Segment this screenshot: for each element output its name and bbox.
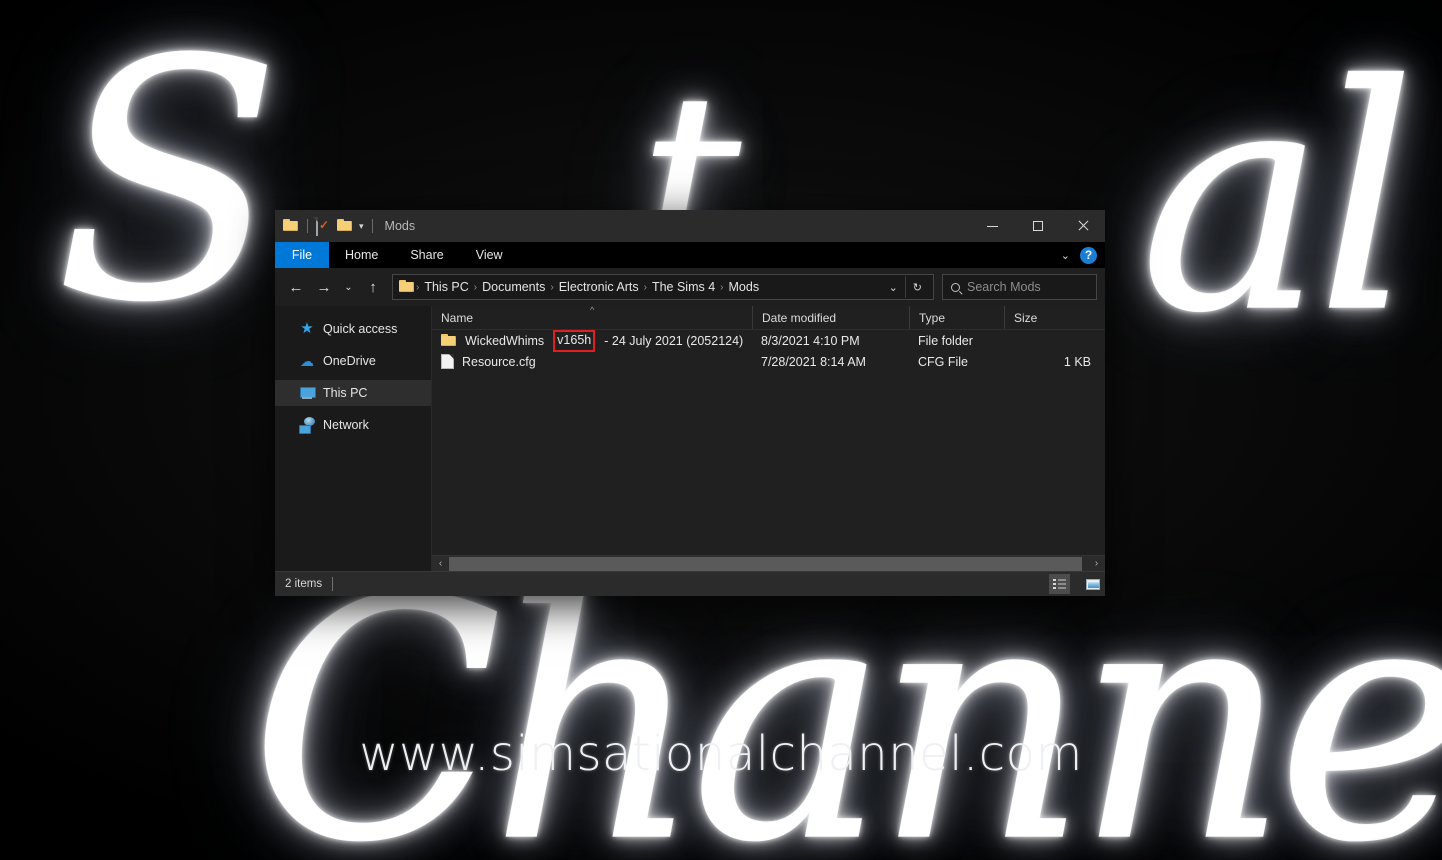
sidebar-item-network[interactable]: Network [275, 412, 431, 438]
type-cell: CFG File [918, 354, 968, 369]
help-icon[interactable]: ? [1080, 246, 1097, 264]
chevron-down-icon-ribbon[interactable]: ⌄ [1061, 249, 1070, 262]
large-icons-view-icon [1085, 578, 1100, 590]
scroll-left-arrow[interactable]: ‹ [432, 555, 449, 572]
column-header-size[interactable]: Size [1004, 306, 1105, 329]
file-name-suffix: - 24 July 2021 (2052124) [604, 333, 744, 348]
minimize-button[interactable] [970, 210, 1015, 242]
column-header-type[interactable]: Type [909, 306, 1004, 329]
sort-ascending-icon: ^ [590, 305, 595, 315]
column-header-row: Name Date modified Type Size ^ [432, 306, 1105, 330]
breadcrumb-documents[interactable]: Documents [478, 280, 549, 294]
status-bar: 2 items [275, 571, 1105, 596]
type-cell: File folder [918, 333, 973, 348]
search-icon [949, 280, 962, 294]
neon-letter-s: S [54, 0, 282, 375]
website-url-text: www.simsationalchannel.com [359, 726, 1083, 782]
address-bar[interactable]: › This PC › Documents › Electronic Arts … [392, 274, 934, 300]
tab-view[interactable]: View [460, 242, 519, 268]
ribbon-spacer [519, 242, 1061, 268]
network-icon [299, 417, 315, 434]
details-view-button[interactable] [1049, 574, 1070, 594]
table-row[interactable]: Resource.cfg 7/28/2021 8:14 AM CFG File … [432, 351, 1105, 372]
recent-locations-button[interactable]: ⌄ [339, 274, 358, 300]
monitor-icon [299, 385, 316, 401]
size-cell: 1 KB [1063, 354, 1091, 369]
quick-access-toolbar: ▾ [275, 217, 376, 236]
tab-share[interactable]: Share [394, 242, 459, 268]
title-bar: ▾ Mods [275, 210, 1105, 242]
large-icons-view-button[interactable] [1082, 574, 1103, 594]
status-divider [332, 577, 334, 591]
sidebar-item-label: OneDrive [323, 354, 376, 368]
tab-home[interactable]: Home [329, 242, 394, 268]
minimize-icon [987, 225, 998, 227]
file-name-prefix: WickedWhims [465, 333, 545, 348]
file-name-text: Resource.cfg [462, 354, 536, 369]
search-input[interactable]: Search Mods [967, 280, 1041, 294]
forward-button[interactable]: → [311, 274, 337, 300]
sidebar-item-this-pc[interactable]: This PC [275, 380, 431, 406]
maximize-icon [1032, 221, 1043, 231]
close-icon [1077, 220, 1089, 232]
scrollbar-track[interactable] [449, 555, 1088, 572]
refresh-icon[interactable]: ↻ [906, 281, 929, 294]
sidebar-item-onedrive[interactable]: ☁ OneDrive [275, 348, 431, 374]
star-icon: ★ [300, 320, 314, 337]
properties-icon[interactable] [316, 217, 332, 236]
sidebar-item-quick-access[interactable]: ★ Quick access [275, 316, 431, 342]
details-view-icon [1053, 578, 1066, 590]
file-icon [441, 354, 454, 369]
file-name-cell: Resource.cfg [432, 354, 752, 369]
ribbon-tab-bar: File Home Share View ⌄ ? [275, 242, 1105, 268]
folder-icon[interactable] [283, 218, 299, 234]
close-button[interactable] [1060, 210, 1105, 242]
search-box[interactable]: Search Mods [942, 274, 1097, 300]
sidebar-item-label: This PC [323, 386, 368, 400]
chevron-down-icon-address[interactable]: ⌄ [882, 281, 905, 294]
back-button[interactable]: ← [283, 274, 309, 300]
item-count-label: 2 items [285, 578, 323, 590]
sidebar-item-label: Network [323, 418, 369, 432]
content-pane: Name Date modified Type Size ^ WickedWhi… [432, 306, 1105, 572]
maximize-button[interactable] [1015, 210, 1060, 242]
date-modified-cell: 8/3/2021 4:10 PM [761, 333, 860, 348]
window-title: Mods [384, 219, 416, 233]
horizontal-scrollbar[interactable]: ‹ › [432, 555, 1105, 572]
scrollbar-thumb[interactable] [449, 556, 1082, 571]
scroll-right-arrow[interactable]: › [1088, 555, 1105, 572]
breadcrumb-mods[interactable]: Mods [725, 280, 764, 294]
toolbar-divider [307, 219, 308, 233]
neon-letters-al: al [1139, 19, 1416, 382]
breadcrumb-electronic-arts[interactable]: Electronic Arts [555, 280, 643, 294]
toolbar-divider-2 [371, 219, 373, 233]
date-modified-cell: 7/28/2021 8:14 AM [761, 354, 866, 369]
sidebar-item-label: Quick access [323, 322, 398, 336]
navigation-pane: ★ Quick access ☁ OneDrive This PC Networ… [275, 306, 432, 571]
breadcrumb-the-sims-4[interactable]: The Sims 4 [648, 280, 719, 294]
file-name-cell: WickedWhims v165h - 24 July 2021 (205212… [432, 330, 752, 352]
version-highlight-box: v165h [553, 330, 596, 352]
cloud-icon: ☁ [300, 353, 314, 369]
address-folder-icon [399, 279, 415, 295]
folder-icon [441, 333, 457, 349]
address-toolbar: ← → ⌄ ↑ › This PC › Documents › Electron… [275, 268, 1105, 306]
tab-file[interactable]: File [275, 242, 329, 268]
file-explorer-window: ▾ Mods File Home Share View ⌄ ? ← → ⌄ ↑ … [275, 210, 1105, 596]
breadcrumb-this-pc[interactable]: This PC [420, 280, 472, 294]
file-list: WickedWhims v165h - 24 July 2021 (205212… [432, 330, 1105, 555]
ribbon-right-controls: ⌄ ? [1061, 242, 1105, 268]
table-row[interactable]: WickedWhims v165h - 24 July 2021 (205212… [432, 330, 1105, 352]
window-body: ★ Quick access ☁ OneDrive This PC Networ… [275, 306, 1105, 572]
column-header-date-modified[interactable]: Date modified [752, 306, 909, 329]
up-button[interactable]: ↑ [360, 274, 386, 300]
chevron-down-icon[interactable]: ▾ [359, 221, 364, 231]
new-folder-icon[interactable] [337, 218, 353, 234]
